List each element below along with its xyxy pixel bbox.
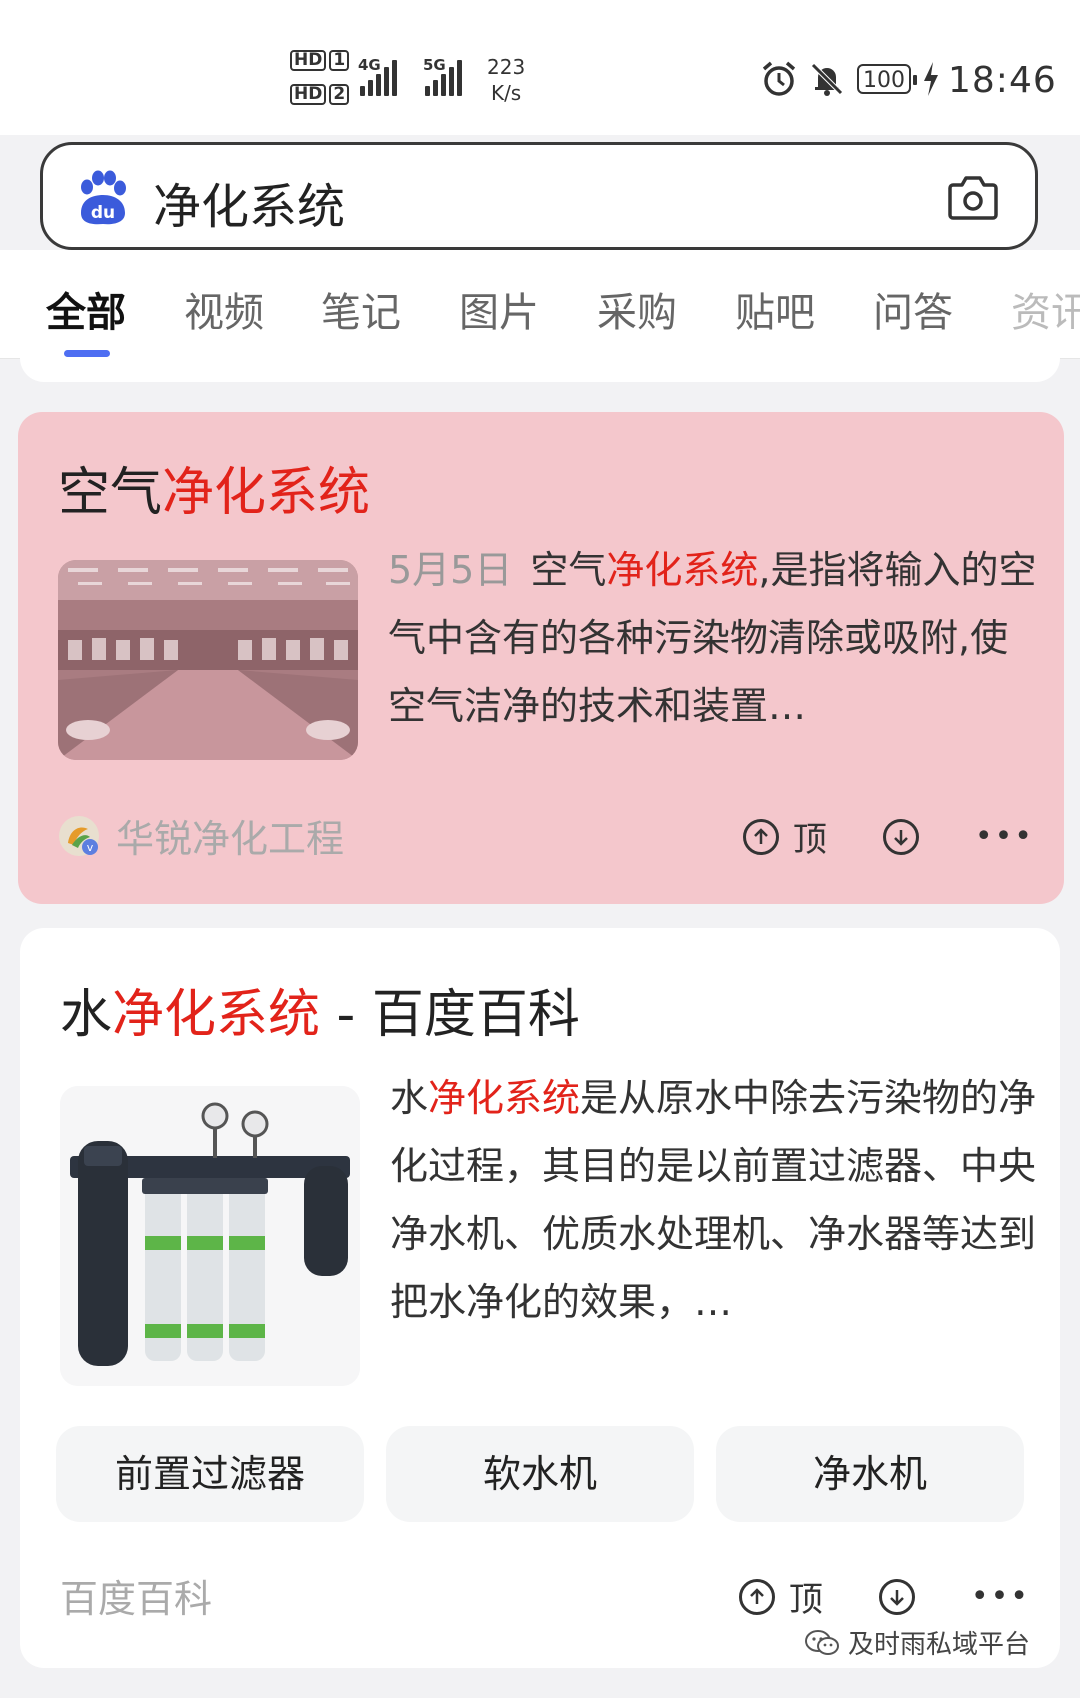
previous-result-card xyxy=(20,358,1060,382)
tab-all[interactable]: 全部 xyxy=(46,280,126,338)
related-tag-softener[interactable]: 软水机 xyxy=(386,1426,694,1522)
sim2-indicator: HD 2 xyxy=(290,84,352,105)
result-source[interactable]: v 华锐净化工程 xyxy=(58,808,344,863)
result-card-water[interactable]: 水净化系统 - 百度百科 水净化系统是从原水中除去污染物的净化过程，其目的是以前… xyxy=(20,928,1060,1668)
result-actions: 顶 ••• xyxy=(738,1572,1030,1621)
svg-text:v: v xyxy=(87,841,94,854)
upvote-icon[interactable] xyxy=(738,1578,775,1615)
result-snippet: 水净化系统是从原水中除去污染物的净化过程，其目的是以前置过滤器、中央净水机、优质… xyxy=(390,1076,1037,1324)
downvote-icon[interactable] xyxy=(878,1578,915,1615)
mute-bell-icon xyxy=(811,63,843,96)
tab-tieba[interactable]: 贴吧 xyxy=(735,280,815,338)
tab-purchase[interactable]: 采购 xyxy=(597,280,677,338)
result-snippet: 5月5日 空气净化系统,是指将输入的空气中含有的各种污染物清除或吸附,使空气洁净的… xyxy=(388,548,1037,728)
upvote-label[interactable]: 顶 xyxy=(793,812,827,861)
result-title[interactable]: 空气净化系统 xyxy=(58,450,370,525)
result-source[interactable]: 百度百科 xyxy=(60,1568,212,1623)
charging-icon xyxy=(924,62,938,96)
network-speed: 223 K/s xyxy=(487,55,526,105)
battery-icon: 100 xyxy=(857,64,917,94)
search-tabs: 全部 视频 笔记 图片 采购 贴吧 问答 资讯 xyxy=(0,250,1080,359)
more-options-icon[interactable]: ••• xyxy=(971,1579,1030,1614)
camera-icon[interactable] xyxy=(947,173,999,221)
verified-avatar-icon: v xyxy=(59,815,99,856)
sim1-indicator: HD 1 xyxy=(290,50,352,71)
more-options-icon[interactable]: ••• xyxy=(975,819,1034,854)
signal-5g-icon: 5G xyxy=(423,56,462,96)
clock: 18:46 xyxy=(948,60,1057,101)
upvote-icon[interactable] xyxy=(742,818,779,855)
baidu-paw-icon: du xyxy=(81,170,126,225)
tab-video[interactable]: 视频 xyxy=(184,280,264,338)
alarm-icon xyxy=(762,61,796,96)
result-date: 5月5日 xyxy=(388,548,513,592)
tab-images[interactable]: 图片 xyxy=(459,280,539,338)
search-query[interactable]: 净化系统 xyxy=(153,167,345,237)
tab-notes[interactable]: 笔记 xyxy=(321,280,401,338)
cleanroom-image xyxy=(58,560,358,760)
downvote-icon[interactable] xyxy=(882,818,919,855)
svg-text:du: du xyxy=(91,203,115,223)
related-tag-pre-filter[interactable]: 前置过滤器 xyxy=(56,1426,364,1522)
result-actions: 顶 ••• xyxy=(742,812,1034,861)
wechat-icon xyxy=(805,1629,839,1655)
related-tag-purifier[interactable]: 净水机 xyxy=(716,1426,1024,1522)
source-avatar: v xyxy=(58,815,100,857)
result-title[interactable]: 水净化系统 - 百度百科 xyxy=(60,972,580,1047)
status-bar: HD 1 HD 2 4G 5G 223 K/s 100 18:46 xyxy=(0,0,1080,135)
tab-news[interactable]: 资讯 xyxy=(1011,280,1080,338)
tab-qa[interactable]: 问答 xyxy=(873,280,953,338)
upvote-label[interactable]: 顶 xyxy=(789,1572,823,1621)
result-thumbnail[interactable] xyxy=(60,1086,360,1386)
signal-4g-icon: 4G xyxy=(358,56,397,96)
active-tab-indicator xyxy=(64,350,110,357)
search-box[interactable]: du 净化系统 xyxy=(40,142,1038,250)
wechat-watermark: 及时雨私域平台 xyxy=(804,1624,1030,1661)
water-filter-image xyxy=(60,1086,360,1386)
result-card-air[interactable]: 空气净化系统 5月5日 空气净化系统,是指将输入的空气中含有的各种污染物清除或吸… xyxy=(18,412,1064,904)
result-thumbnail[interactable] xyxy=(58,560,358,760)
